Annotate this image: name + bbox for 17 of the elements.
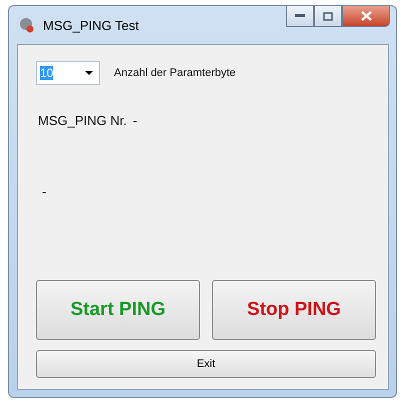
stop-button[interactable]: Stop PING bbox=[212, 280, 376, 340]
ping-number-value: - bbox=[132, 113, 138, 128]
start-button[interactable]: Start PING bbox=[36, 280, 200, 340]
byte-count-dropdown[interactable]: 10 bbox=[36, 61, 100, 85]
app-icon bbox=[19, 17, 35, 33]
ping-number-label: MSG_PING Nr. bbox=[38, 113, 127, 128]
minimize-button[interactable] bbox=[286, 6, 314, 27]
minimize-icon bbox=[295, 14, 305, 18]
dropdown-arrow-icon bbox=[85, 71, 93, 75]
close-button[interactable] bbox=[342, 6, 390, 27]
maximize-button[interactable] bbox=[314, 6, 342, 27]
maximize-icon bbox=[323, 12, 333, 20]
close-icon bbox=[360, 11, 372, 21]
window-title: MSG_PING Test bbox=[43, 18, 139, 32]
exit-button[interactable]: Exit bbox=[36, 350, 376, 378]
byte-count-label: Anzahl der Paramterbyte bbox=[114, 67, 236, 79]
status-text: - bbox=[42, 184, 46, 199]
